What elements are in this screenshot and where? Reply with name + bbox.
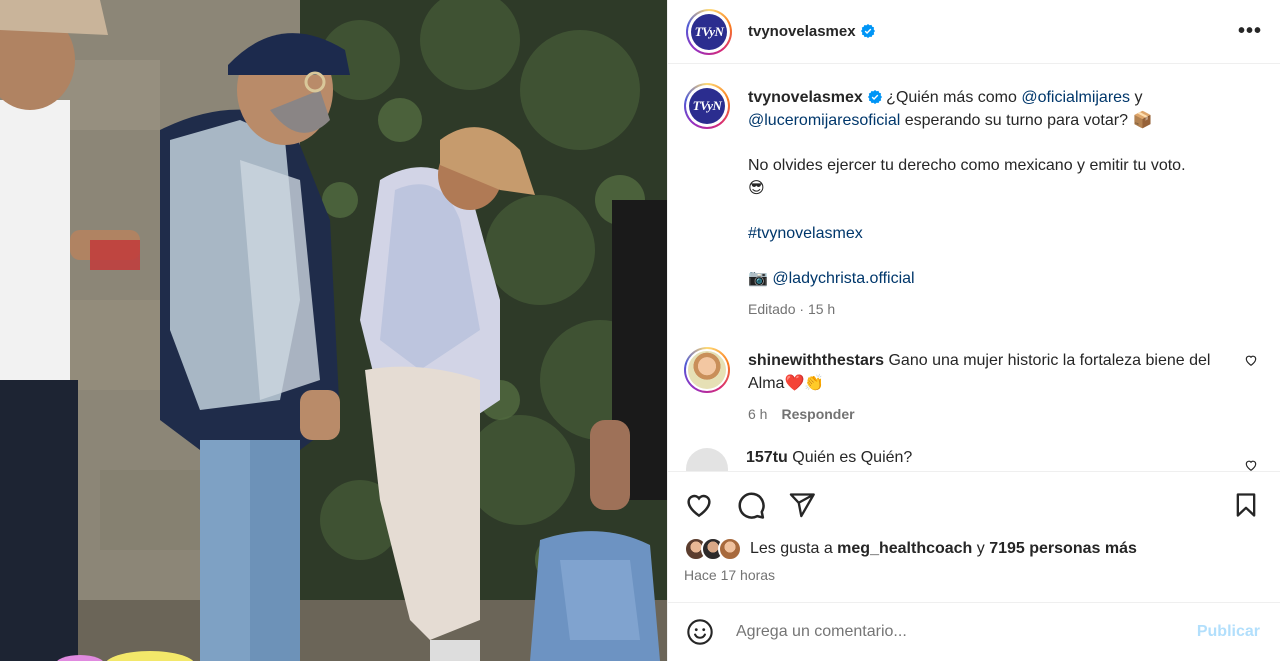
sunglasses-emoji: 😎 xyxy=(748,180,765,197)
post-photo[interactable] xyxy=(0,0,667,661)
comment-like-heart-icon[interactable] xyxy=(1244,353,1258,367)
likes-prefix: Les gusta a xyxy=(750,540,838,557)
author-username-text[interactable]: tvynovelasmex xyxy=(748,23,856,40)
likes-mid: y xyxy=(972,540,990,557)
tvyn-logo: TVyN xyxy=(689,88,725,124)
post-actions: Les gusta a meg_healthcoach y 7195 perso… xyxy=(668,471,1280,583)
caption-text: tvynovelasmex ¿Quién más como @oficialmi… xyxy=(748,86,1258,321)
comment-text: Quién es Quién? xyxy=(787,449,913,466)
comment-username[interactable]: 157tu xyxy=(746,449,788,466)
liker-avatar xyxy=(718,537,742,561)
likes-text: Les gusta a meg_healthcoach y 7195 perso… xyxy=(750,540,1137,558)
comment-body: 157tu Quién es Quién? xyxy=(746,446,1236,469)
caption-para2-text: No olvides ejercer tu derecho como mexic… xyxy=(748,157,1186,174)
comment: shinewiththestars Gano una mujer histori… xyxy=(684,347,1258,426)
caption-meta: Editado · 15 h xyxy=(748,301,836,317)
author-username[interactable]: tvynovelasmex xyxy=(748,23,875,40)
tvyn-logo: TVyN xyxy=(691,13,727,50)
liker-avatars[interactable] xyxy=(684,537,746,561)
mention-oficialmijares[interactable]: @oficialmijares xyxy=(1021,89,1130,106)
post-modal: TVyN tvynovelasmex ••• TVyN tvynovelasme… xyxy=(0,0,1280,661)
photo-illustration xyxy=(0,0,667,661)
caption-avatar[interactable]: TVyN xyxy=(684,83,730,129)
comment-username[interactable]: shinewiththestars xyxy=(748,352,884,369)
caption-line1-end: y xyxy=(1130,89,1143,106)
edited-time[interactable]: 15 h xyxy=(808,301,835,317)
comment-body: shinewiththestars Gano una mujer histori… xyxy=(748,349,1236,426)
comments-list[interactable]: TVyN tvynovelasmex ¿Quién más como @ofic… xyxy=(668,65,1280,471)
verified-badge-icon xyxy=(860,24,875,38)
comment-input[interactable] xyxy=(736,623,1197,641)
share-icon[interactable] xyxy=(788,491,816,519)
mention-luceromijaresoficial[interactable]: @luceromijaresoficial xyxy=(748,112,900,129)
edited-label: Editado xyxy=(748,301,796,317)
hashtag-tvynovelasmex[interactable]: #tvynovelasmex xyxy=(748,225,863,242)
comment: 157tu Quién es Quién? xyxy=(684,448,1258,471)
comment-icon[interactable] xyxy=(736,490,766,520)
post-time[interactable]: Hace 17 horas xyxy=(684,567,1260,583)
box-emoji: 📦 xyxy=(1132,112,1153,129)
mention-ladychrista[interactable]: @ladychrista.official xyxy=(772,270,914,287)
commenter-avatar[interactable] xyxy=(684,347,730,393)
comment-like-heart-icon[interactable] xyxy=(1244,458,1258,471)
comment-emoji: ❤️👏 xyxy=(784,375,825,392)
bookmark-icon[interactable] xyxy=(1232,491,1260,519)
emoji-smile-icon[interactable] xyxy=(686,618,714,646)
reply-button[interactable]: Responder xyxy=(781,406,854,422)
caption-hashtag-line: #tvynovelasmex xyxy=(748,222,1258,245)
author-avatar[interactable]: TVyN xyxy=(686,8,732,55)
caption-line1: ¿Quién más como xyxy=(881,89,1022,106)
caption-username[interactable]: tvynovelasmex xyxy=(748,89,863,106)
likes-count[interactable]: 7195 personas más xyxy=(989,540,1137,557)
publish-button[interactable]: Publicar xyxy=(1197,623,1260,641)
post-header: TVyN tvynovelasmex ••• xyxy=(668,0,1280,64)
caption-paragraph2: No olvides ejercer tu derecho como mexic… xyxy=(748,154,1258,200)
comment-time[interactable]: 6 h xyxy=(748,406,767,422)
likes-summary: Les gusta a meg_healthcoach y 7195 perso… xyxy=(684,537,1260,561)
action-icons xyxy=(684,488,1260,522)
liker-username[interactable]: meg_healthcoach xyxy=(837,540,972,557)
heart-icon[interactable] xyxy=(684,490,714,520)
commenter-avatar[interactable] xyxy=(686,448,728,471)
camera-emoji: 📷 xyxy=(748,270,768,287)
add-comment-bar: Publicar xyxy=(668,602,1280,661)
post-sidebar: TVyN tvynovelasmex ••• TVyN tvynovelasme… xyxy=(667,0,1280,661)
caption-credit-line: 📷 @ladychrista.official xyxy=(748,267,1258,290)
more-options-icon[interactable]: ••• xyxy=(1238,20,1262,43)
caption-line2: esperando su turno para votar? xyxy=(900,112,1133,129)
verified-badge-icon xyxy=(867,90,882,104)
comment-meta: 6 h Responder xyxy=(748,403,1236,426)
caption: TVyN tvynovelasmex ¿Quién más como @ofic… xyxy=(684,83,1258,321)
